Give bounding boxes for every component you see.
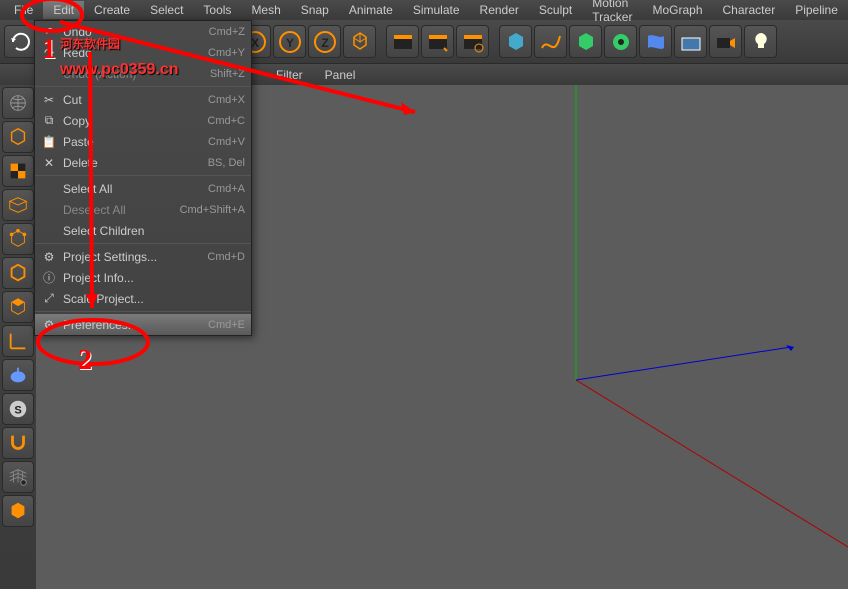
environment-button[interactable] — [674, 25, 707, 58]
menu-character[interactable]: Character — [713, 1, 786, 19]
cube-primitive-button[interactable] — [499, 25, 532, 58]
camera-button[interactable] — [709, 25, 742, 58]
menu-motiontracker[interactable]: Motion Tracker — [582, 0, 642, 26]
watermark-text: 河东软件园 www.pc0359.cn — [60, 28, 179, 80]
svg-text:Z: Z — [321, 36, 328, 50]
menu-mograph[interactable]: MoGraph — [642, 1, 712, 19]
info-icon: ⓘ — [41, 270, 57, 286]
fx-button[interactable] — [604, 25, 637, 58]
grid-button[interactable] — [2, 461, 34, 493]
svg-text:S: S — [14, 405, 21, 417]
render-region-button[interactable] — [421, 25, 454, 58]
annotation-1: 1 — [42, 34, 56, 66]
menu-tools[interactable]: Tools — [193, 1, 241, 19]
annotation-2: 2 — [78, 345, 92, 377]
panel-menu[interactable]: Panel — [321, 68, 360, 82]
menu-edit[interactable]: Edit — [43, 1, 84, 19]
menu-copy[interactable]: ⧉CopyCmd+C — [35, 110, 251, 131]
undo-button[interactable] — [4, 25, 37, 58]
z-axis-button[interactable]: Z — [308, 25, 341, 58]
svg-text:Y: Y — [285, 36, 293, 50]
menu-sculpt[interactable]: Sculpt — [529, 1, 582, 19]
left-toolbar: S — [0, 85, 36, 589]
viewport-solo-button[interactable] — [2, 495, 34, 527]
snap-button[interactable] — [2, 427, 34, 459]
menu-project-settings[interactable]: ⚙Project Settings...Cmd+D — [35, 246, 251, 267]
spline-button[interactable] — [534, 25, 567, 58]
make-editable-button[interactable] — [2, 87, 34, 119]
texture-mode-button[interactable] — [2, 155, 34, 187]
menu-select[interactable]: Select — [140, 1, 193, 19]
menubar: File Edit Create Select Tools Mesh Snap … — [0, 0, 848, 20]
menu-delete[interactable]: ✕DeleteBS, Del — [35, 152, 251, 173]
light-button[interactable] — [744, 25, 777, 58]
edge-mode-button[interactable] — [2, 257, 34, 289]
menu-create[interactable]: Create — [84, 1, 140, 19]
settings-icon: ⚙ — [41, 249, 57, 265]
axis-button[interactable] — [2, 325, 34, 357]
menu-pipeline[interactable]: Pipeline — [785, 1, 848, 19]
dollar-button[interactable]: S — [2, 393, 34, 425]
y-axis-button[interactable]: Y — [273, 25, 306, 58]
render-settings-button[interactable] — [456, 25, 489, 58]
filter-menu[interactable]: Filter — [272, 68, 307, 82]
menu-select-children[interactable]: Select Children — [35, 220, 251, 241]
tweak-button[interactable] — [2, 359, 34, 391]
menu-cut[interactable]: ✂CutCmd+X — [35, 89, 251, 110]
menu-render[interactable]: Render — [470, 1, 529, 19]
menu-paste[interactable]: 📋PasteCmd+V — [35, 131, 251, 152]
polygon-mode-button[interactable] — [2, 291, 34, 323]
menu-snap[interactable]: Snap — [291, 1, 339, 19]
paste-icon: 📋 — [41, 134, 57, 150]
prefs-icon: ⚙ — [41, 317, 57, 333]
scale-icon: ⤢ — [41, 291, 57, 307]
model-mode-button[interactable] — [2, 121, 34, 153]
cut-icon: ✂ — [41, 92, 57, 108]
menu-preferences[interactable]: ⚙Preferences...Cmd+E — [35, 314, 251, 335]
generator-button[interactable] — [569, 25, 602, 58]
delete-icon: ✕ — [41, 155, 57, 171]
menu-animate[interactable]: Animate — [339, 1, 403, 19]
coord-system-button[interactable] — [343, 25, 376, 58]
deformer-button[interactable] — [639, 25, 672, 58]
menu-file[interactable]: File — [4, 1, 43, 19]
menu-mesh[interactable]: Mesh — [241, 1, 290, 19]
point-mode-button[interactable] — [2, 223, 34, 255]
render-button[interactable] — [386, 25, 419, 58]
menu-select-all[interactable]: Select AllCmd+A — [35, 178, 251, 199]
menu-scale-project[interactable]: ⤢Scale Project... — [35, 288, 251, 309]
workplane-button[interactable] — [2, 189, 34, 221]
menu-project-info[interactable]: ⓘProject Info... — [35, 267, 251, 288]
menu-deselect-all: Deselect AllCmd+Shift+A — [35, 199, 251, 220]
copy-icon: ⧉ — [41, 113, 57, 129]
menu-simulate[interactable]: Simulate — [403, 1, 470, 19]
